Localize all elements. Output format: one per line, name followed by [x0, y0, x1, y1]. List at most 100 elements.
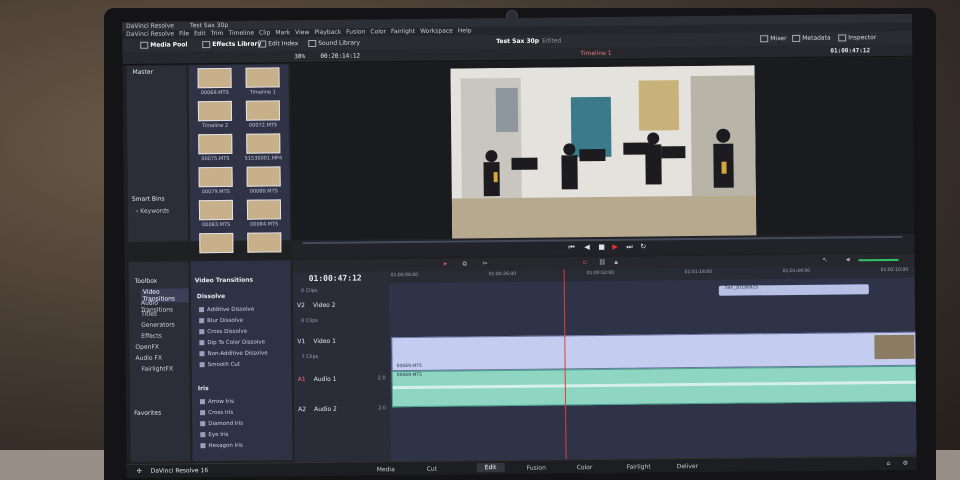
track-id[interactable]: V2 — [297, 302, 305, 309]
ruler-tick: 01:00:26:00 — [488, 271, 517, 278]
effects-tree-item[interactable]: Generators — [141, 321, 175, 328]
media-pool-button[interactable]: Media Pool — [140, 41, 188, 49]
menu-item[interactable]: Fairlight — [391, 28, 415, 35]
stop-icon[interactable]: ■ — [598, 243, 605, 251]
transition-label: Smooth Cut — [207, 361, 241, 369]
transition-item[interactable]: Cross Iris — [200, 410, 233, 416]
clip-v2[interactable]: Sax_20190825 — [718, 284, 869, 296]
effects-tree-item[interactable]: OpenFX — [135, 344, 159, 351]
transition-item[interactable]: Blur Dissolve — [199, 318, 243, 324]
timeline-tracks[interactable]: 01:00:00:00 01:00:26:00 01:00:52:00 01:01:1… — [388, 265, 917, 462]
go-to-start-icon[interactable]: ⏮ — [568, 243, 574, 252]
toolbox-label[interactable]: Toolbox — [135, 278, 158, 285]
media-clip[interactable] — [194, 232, 238, 263]
effects-tree-item[interactable]: Effects — [141, 333, 161, 340]
transition-item[interactable]: Cross Dissolve — [199, 329, 247, 336]
track-name: Video 1 — [313, 337, 336, 346]
track-id[interactable]: V1 — [297, 338, 305, 345]
blade-tool-icon[interactable]: ✂ — [483, 260, 488, 267]
settings-gear-icon[interactable]: ⚙ — [903, 460, 908, 467]
effects-list: Video Transitions Dissolve Additive Diss… — [190, 260, 293, 462]
page-tab-deliver[interactable]: Deliver — [677, 463, 698, 470]
menu-item[interactable]: Trim — [211, 30, 224, 37]
transition-label: Cross Iris — [208, 409, 234, 417]
page-tab-cut[interactable]: Cut — [427, 466, 437, 473]
track-id[interactable]: A1 — [298, 376, 306, 383]
snapping-icon[interactable]: ⊂ — [583, 259, 588, 266]
clip-a1[interactable]: 00069.MTS — [391, 365, 917, 408]
media-clip[interactable]: 00080.MTS — [242, 166, 286, 196]
transition-item[interactable]: Smooth Cut — [199, 361, 241, 369]
menu-item[interactable]: Mark — [275, 29, 290, 36]
media-clip[interactable] — [242, 232, 286, 262]
zoom-level[interactable]: 38% — [294, 53, 305, 60]
transition-item[interactable]: Arrow Iris — [199, 399, 234, 405]
media-clip[interactable]: 00069.MTS — [192, 67, 236, 98]
clip-thumbnail — [245, 67, 280, 88]
media-clip[interactable]: Timeline 2 — [193, 100, 237, 131]
home-icon[interactable]: ⌂ — [887, 460, 891, 467]
edit-index-button[interactable]: Edit Index — [258, 40, 298, 48]
metadata-button[interactable]: Metadata — [792, 35, 831, 42]
sound-library-button[interactable]: Sound Library — [308, 40, 360, 48]
transition-item[interactable]: Additive Dissolve — [198, 307, 254, 314]
media-pool: 00069.MTS Timeline 1 Timeline 2 00072.MTS 00… — [188, 64, 291, 254]
media-clip[interactable]: 00079.MTS — [194, 166, 238, 197]
effects-tree-item[interactable]: FairlightFX — [142, 365, 174, 372]
page-tab-media[interactable]: Media — [377, 466, 395, 473]
page-tab-edit[interactable]: Edit — [476, 463, 505, 473]
menu-item[interactable]: Help — [458, 27, 472, 34]
trim-tool-icon[interactable]: ⧉ — [463, 260, 467, 268]
menu-item[interactable]: Fusion — [346, 28, 365, 35]
clip-v1[interactable]: 00069.MTS — [391, 331, 917, 372]
lock-icon[interactable]: 🔒︎ — [615, 259, 618, 267]
effects-tree-item[interactable]: Audio FX — [135, 355, 162, 362]
media-clip[interactable]: 00084.MTS — [242, 199, 286, 229]
play-reverse-icon[interactable]: ◀ — [584, 243, 589, 251]
media-clip[interactable]: 00075.MTS — [193, 133, 237, 164]
smart-bin-keywords[interactable]: › Keywords — [136, 208, 169, 215]
page-tab-fusion[interactable]: Fusion — [527, 465, 546, 472]
volume-slider[interactable] — [858, 258, 899, 262]
menu-item[interactable]: View — [295, 29, 309, 36]
transition-label: Dip To Color Dissolve — [207, 339, 266, 347]
media-clip[interactable]: 00083.MTS — [194, 199, 238, 230]
menu-item[interactable]: Clip — [259, 29, 270, 36]
loop-icon[interactable]: ↻ — [640, 243, 646, 251]
effects-tree: Toolbox Video Transitions Audio Transitio… — [128, 261, 191, 462]
selection-tool-icon[interactable]: ➤ — [443, 261, 448, 268]
clip-name: Timeline 2 — [202, 122, 229, 130]
page-tab-fairlight[interactable]: Fairlight — [627, 463, 651, 470]
video-scene — [450, 65, 757, 241]
timeline-name[interactable]: Timeline 1 — [580, 50, 611, 57]
go-to-end-icon[interactable]: ⏭ — [626, 243, 632, 252]
transition-icon — [199, 351, 205, 357]
menu-item[interactable]: Workspace — [420, 28, 453, 35]
play-icon[interactable]: ▶ — [612, 243, 617, 251]
transition-item[interactable]: Non-Additive Dissolve — [199, 350, 268, 357]
menu-item[interactable]: Playback — [314, 29, 341, 36]
media-clip[interactable]: 51530001.MP4 — [241, 133, 285, 163]
menu-item[interactable]: Timeline — [228, 30, 254, 37]
bin-master[interactable]: Master — [132, 69, 153, 76]
menu-item[interactable]: Edit — [194, 30, 206, 37]
menu-item[interactable]: File — [179, 30, 189, 37]
media-clip[interactable]: 00072.MTS — [241, 100, 285, 130]
transition-item[interactable]: Diamond Iris — [200, 421, 243, 427]
volume-icon[interactable]: 🔊︎ — [846, 256, 850, 264]
track-id[interactable]: A2 — [298, 406, 306, 413]
media-clip[interactable]: Timeline 1 — [240, 67, 284, 97]
menu-item[interactable]: DaVinci Resolve — [126, 30, 174, 38]
clip-thumbnail — [197, 100, 233, 122]
transition-item[interactable]: Eye Iris — [200, 432, 229, 438]
effects-library-button[interactable]: Effects Library — [202, 41, 261, 49]
transition-item[interactable]: Dip To Color Dissolve — [199, 340, 265, 347]
mixer-button[interactable]: Mixer — [760, 35, 787, 43]
effects-tree-item[interactable]: Titles — [141, 311, 157, 318]
page-tab-color[interactable]: Color — [577, 464, 593, 471]
link-icon[interactable]: ⛓ — [599, 259, 607, 266]
ruler-tick: 01:00:52:00 — [586, 270, 615, 277]
menu-item[interactable]: Color — [370, 28, 386, 35]
inspector-button[interactable]: Inspector — [838, 34, 876, 42]
transition-item[interactable]: Hexagon Iris — [200, 443, 243, 449]
